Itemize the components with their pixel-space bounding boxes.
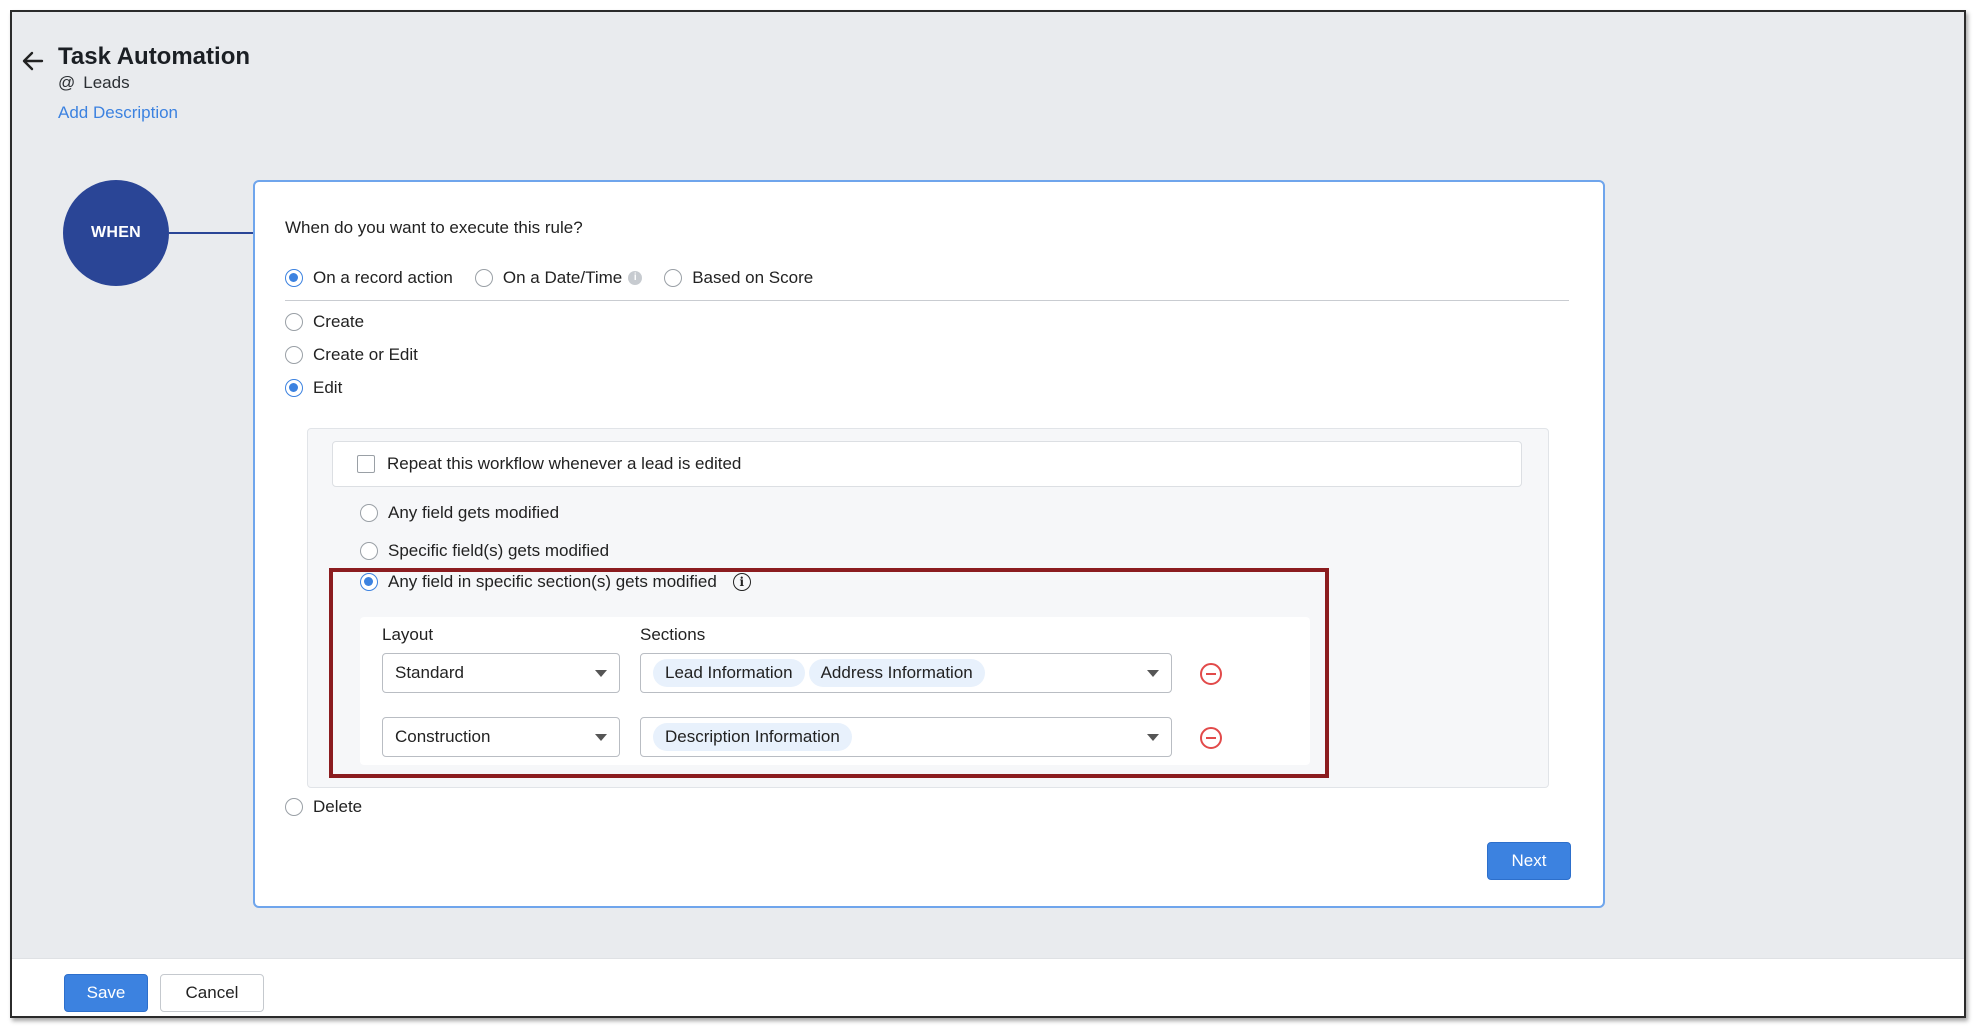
sections-header: Sections — [640, 625, 706, 644]
at-symbol: @ — [58, 73, 76, 92]
back-arrow-icon[interactable] — [18, 46, 48, 76]
remove-row-icon[interactable] — [1200, 727, 1222, 749]
modify-specific-sections[interactable]: Any field in specific section(s) gets mo… — [360, 572, 751, 592]
when-badge: WHEN — [63, 180, 169, 286]
info-icon[interactable]: i — [732, 573, 751, 591]
section-table: Layout Sections Standard Lead Informatio… — [360, 617, 1310, 765]
section-chip[interactable]: Lead Information — [653, 659, 805, 687]
info-icon[interactable]: i — [628, 271, 643, 285]
radio-edit[interactable] — [285, 379, 303, 397]
repeat-workflow-row: Repeat this workflow whenever a lead is … — [332, 441, 1522, 487]
modify-specific-fields[interactable]: Specific field(s) gets modified — [360, 541, 609, 561]
chevron-down-icon — [595, 734, 607, 741]
section-chip[interactable]: Address Information — [808, 659, 985, 687]
edit-options-panel: Repeat this workflow whenever a lead is … — [307, 428, 1549, 788]
chevron-down-icon — [1147, 734, 1159, 741]
action-create-label: Create — [313, 312, 365, 331]
save-button[interactable]: Save — [64, 974, 148, 1012]
radio-record-action[interactable] — [285, 269, 303, 287]
rule-card: When do you want to execute this rule? O… — [253, 180, 1605, 908]
action-delete-label: Delete — [313, 797, 363, 816]
trigger-score[interactable]: Based on Score — [664, 268, 813, 288]
repeat-workflow-label: Repeat this workflow whenever a lead is … — [387, 454, 742, 473]
layout-select[interactable]: Construction — [382, 717, 620, 757]
radio-score[interactable] — [664, 269, 683, 287]
action-edit-label: Edit — [313, 378, 343, 397]
sections-select[interactable]: Lead Information Address Information — [640, 653, 1172, 693]
radio-specific-fields[interactable] — [360, 542, 378, 560]
divider — [285, 300, 1569, 301]
action-delete[interactable]: Delete — [285, 797, 362, 817]
next-button[interactable]: Next — [1487, 842, 1571, 880]
chevron-down-icon — [595, 670, 607, 677]
trigger-record-action[interactable]: On a record action — [285, 268, 453, 288]
footer-bar — [12, 958, 1964, 1016]
radio-date-time[interactable] — [474, 269, 493, 287]
layout-select[interactable]: Standard — [382, 653, 620, 693]
remove-row-icon[interactable] — [1200, 663, 1222, 685]
action-create[interactable]: Create — [285, 312, 364, 332]
repeat-workflow-checkbox[interactable] — [357, 455, 375, 473]
module-subtitle: @ Leads — [58, 73, 130, 93]
modify-any-field[interactable]: Any field gets modified — [360, 503, 559, 523]
section-chip[interactable]: Description Information — [653, 723, 852, 751]
trigger-date-time[interactable]: On a Date/Time i — [474, 268, 643, 288]
modify-any-field-label: Any field gets modified — [388, 503, 560, 522]
page-title: Task Automation — [58, 43, 251, 70]
sections-select[interactable]: Description Information — [640, 717, 1172, 757]
page-header: Task Automation @ Leads Add Description — [12, 12, 1964, 132]
module-name: Leads — [83, 73, 130, 92]
radio-any-field[interactable] — [360, 504, 378, 522]
chevron-down-icon — [1147, 670, 1159, 677]
layout-header: Layout — [382, 625, 434, 644]
action-create-or-edit[interactable]: Create or Edit — [285, 345, 418, 365]
layout-select-value: Standard — [395, 663, 464, 682]
radio-create-or-edit[interactable] — [285, 346, 303, 364]
layout-select-value: Construction — [395, 727, 491, 746]
radio-specific-sections[interactable] — [360, 573, 378, 591]
trigger-options: On a record action On a Date/Time i Base… — [285, 268, 813, 288]
connector-line — [169, 232, 253, 234]
trigger-date-time-label: On a Date/Time — [502, 268, 623, 287]
action-edit[interactable]: Edit — [285, 378, 342, 398]
trigger-score-label: Based on Score — [692, 268, 814, 287]
action-create-or-edit-label: Create or Edit — [313, 345, 418, 364]
rule-question: When do you want to execute this rule? — [285, 218, 583, 237]
app-window: Task Automation @ Leads Add Description … — [10, 10, 1966, 1018]
trigger-record-action-label: On a record action — [313, 268, 453, 287]
modify-specific-fields-label: Specific field(s) gets modified — [388, 541, 610, 560]
add-description-link[interactable]: Add Description — [58, 103, 178, 123]
radio-delete[interactable] — [285, 798, 303, 816]
radio-create[interactable] — [285, 313, 303, 331]
cancel-button[interactable]: Cancel — [160, 974, 264, 1012]
modify-specific-sections-label: Any field in specific section(s) gets mo… — [388, 572, 717, 591]
